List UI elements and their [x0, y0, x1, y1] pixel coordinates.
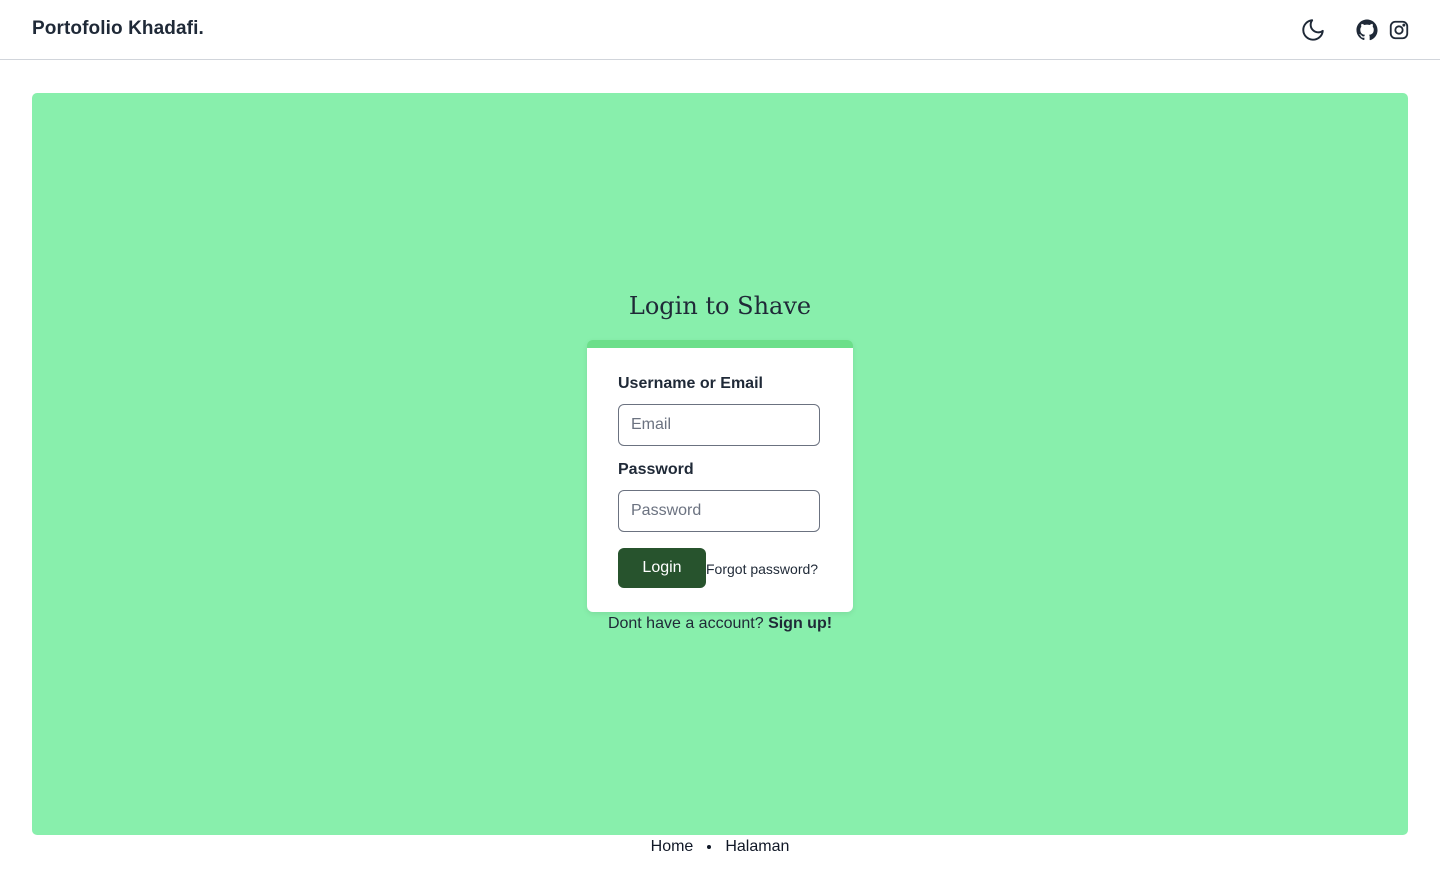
breadcrumb-home[interactable]: Home	[651, 838, 694, 856]
forgot-password-link[interactable]: Forgot password?	[706, 561, 818, 577]
email-field[interactable]	[618, 404, 820, 446]
login-button[interactable]: Login	[618, 548, 706, 588]
brand-logo[interactable]: Portofolio Khadafi.	[32, 18, 204, 40]
signup-prompt-text: Dont have a account?	[607, 615, 764, 632]
login-card: Username or Email Password Login Forgot …	[587, 340, 853, 612]
password-label: Password	[618, 461, 694, 478]
moon-icon[interactable]	[1300, 17, 1326, 43]
breadcrumb: Home Halaman	[0, 838, 1440, 856]
github-icon[interactable]	[1356, 19, 1378, 41]
breadcrumb-halaman[interactable]: Halaman	[725, 838, 789, 856]
hero-section: Login to Shave Username or Email Passwor…	[32, 93, 1408, 835]
signup-link[interactable]: Sign up!	[768, 615, 832, 632]
page-title: Login to Shave	[628, 292, 812, 320]
navbar: Portofolio Khadafi.	[0, 0, 1440, 60]
instagram-icon[interactable]	[1388, 19, 1410, 41]
nav-icons	[1300, 17, 1410, 43]
breadcrumb-separator	[707, 845, 712, 849]
password-field[interactable]	[618, 490, 820, 532]
username-label: Username or Email	[618, 375, 763, 392]
signup-prompt: Dont have a account? Sign up!	[32, 615, 1408, 633]
